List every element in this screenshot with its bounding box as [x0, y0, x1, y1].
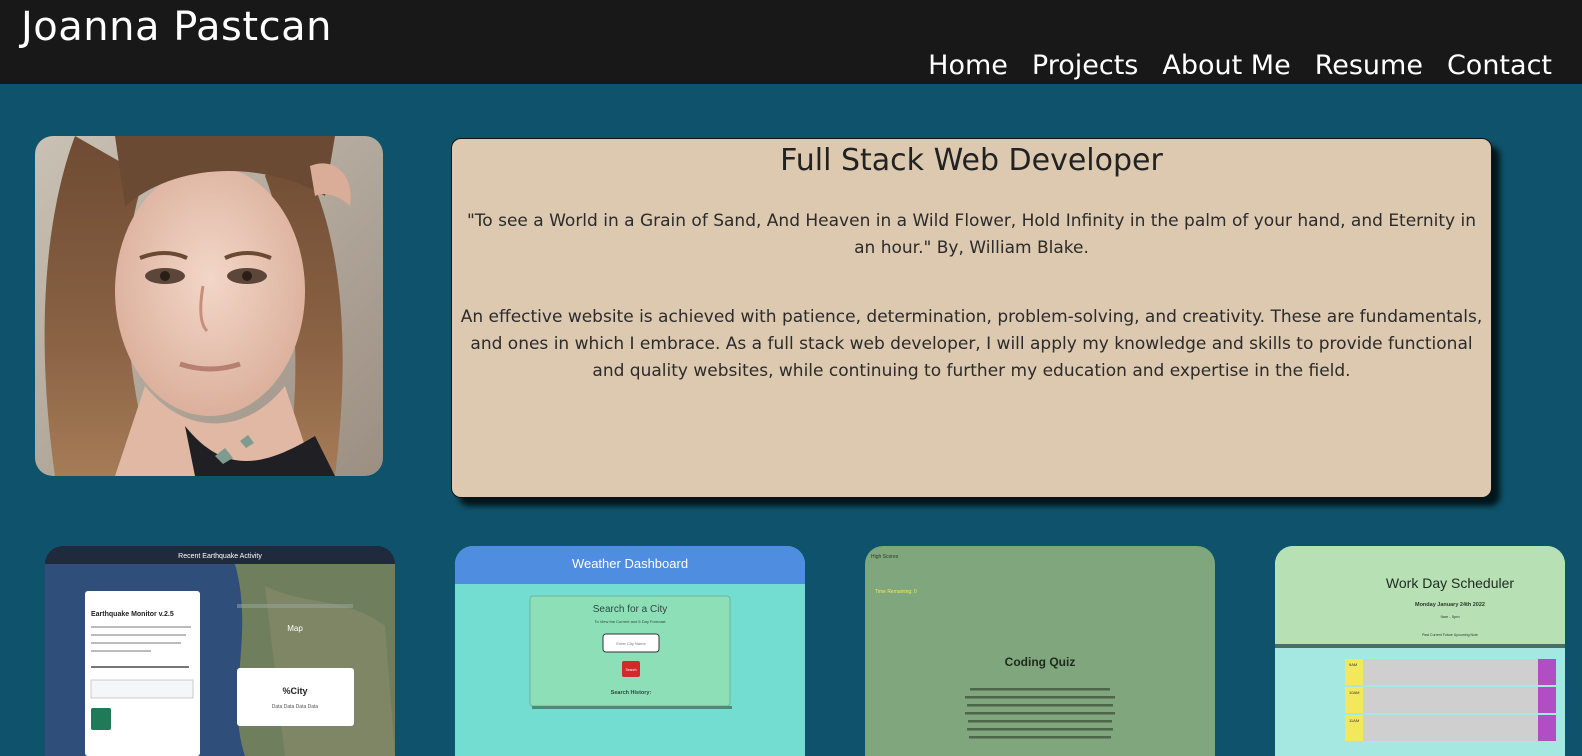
nav-about-me[interactable]: About Me — [1162, 50, 1290, 81]
scheduler-hour-label: 9AM — [1349, 662, 1357, 667]
weather-history-label: Search History: — [611, 690, 652, 696]
nav-contact[interactable]: Contact — [1447, 50, 1552, 81]
site-title[interactable]: Joanna Pastcan — [21, 4, 332, 50]
profile-photo — [35, 136, 383, 476]
quiz-time-remaining: Time Remaining: 0 — [875, 589, 917, 595]
scheduler-legend: Past Current Future Upcoming Note — [1422, 633, 1478, 637]
weather-title: Weather Dashboard — [572, 556, 688, 571]
intro-card: Full Stack Web Developer "To see a World… — [451, 138, 1492, 498]
scheduler-title: Work Day Scheduler — [1386, 575, 1514, 591]
scheduler-row: 9AM — [1345, 659, 1556, 685]
scheduler-date: Monday January 24th 2022 — [1415, 602, 1485, 608]
site-header: Joanna Pastcan Home Projects About Me Re… — [0, 0, 1582, 84]
nav-projects[interactable]: Projects — [1032, 50, 1138, 81]
project-card-work-day-scheduler[interactable]: Work Day Scheduler Monday January 24th 2… — [1275, 546, 1565, 756]
scheduler-hours-range: 9am - 5pm — [1440, 614, 1460, 619]
main-nav: Home Projects About Me Resume Contact — [928, 50, 1552, 81]
project-card-coding-quiz[interactable]: High Scores Time Remaining: 0 Coding Qui… — [865, 546, 1215, 756]
scheduler-hour-label: 10AM — [1349, 690, 1359, 695]
earthquake-city-data: Data Data Data Data — [272, 704, 319, 710]
weather-search-subtitle: To View the Current and 5 Day Forecast — [594, 619, 666, 624]
intro-bio: An effective website is achieved with pa… — [460, 307, 1483, 381]
nav-home[interactable]: Home — [928, 50, 1008, 81]
quiz-high-scores: High Scores — [871, 554, 899, 560]
weather-input-placeholder: Enter City Name — [616, 641, 646, 646]
scheduler-row: 10AM — [1345, 687, 1556, 713]
earthquake-city-label: %City — [282, 686, 307, 696]
scheduler-row: 11AM — [1345, 715, 1556, 741]
weather-search-title: Search for a City — [593, 604, 667, 615]
weather-search-button: Search — [625, 668, 636, 672]
earthquake-banner: Recent Earthquake Activity — [178, 553, 262, 560]
intro-heading: Full Stack Web Developer — [780, 143, 1163, 178]
intro-quote: "To see a World in a Grain of Sand, And … — [466, 211, 1476, 258]
nav-resume[interactable]: Resume — [1315, 50, 1423, 81]
project-card-earthquake-monitor[interactable]: Recent Earthquake Activity Earthquake Mo… — [45, 546, 395, 756]
earthquake-panel-title: Earthquake Monitor v.2.5 — [91, 611, 174, 618]
project-card-weather-dashboard[interactable]: Weather Dashboard Search for a City To V… — [455, 546, 805, 756]
earthquake-map-label: Map — [287, 624, 303, 633]
quiz-title: Coding Quiz — [1005, 655, 1076, 669]
scheduler-hour-label: 11AM — [1349, 718, 1359, 723]
